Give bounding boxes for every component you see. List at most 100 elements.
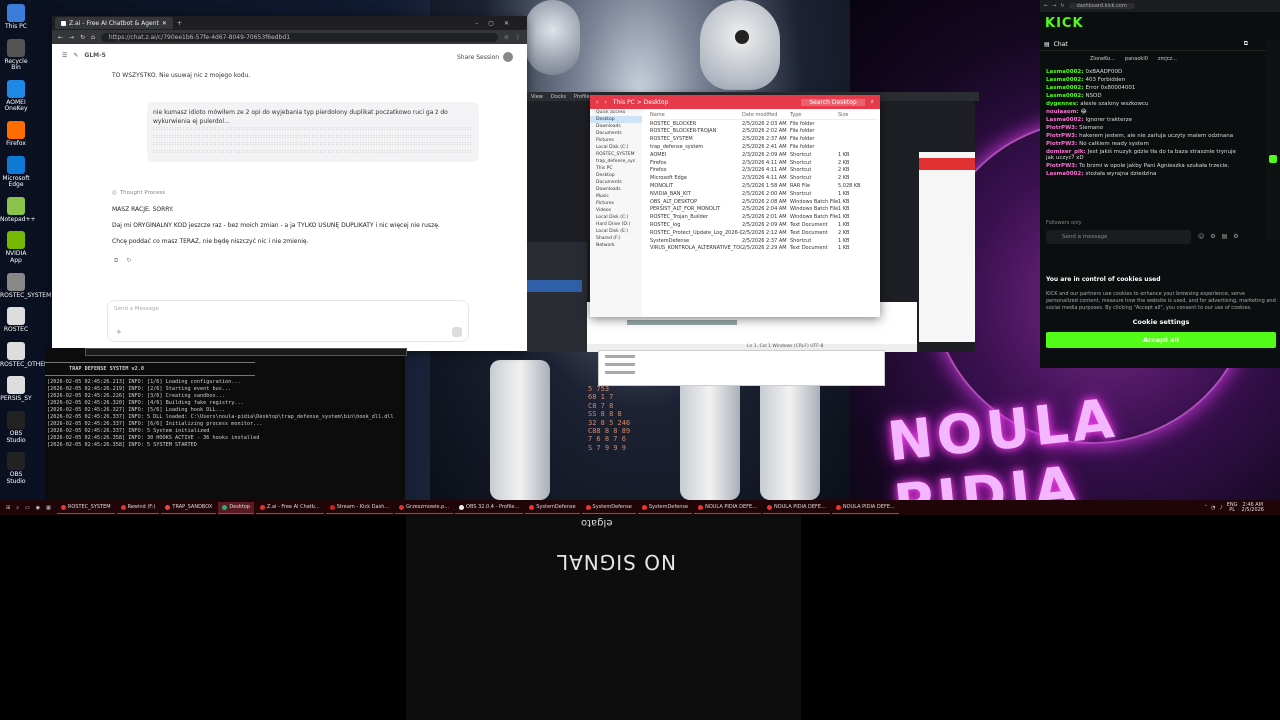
file-row[interactable]: Microsoft Edge 2/3/2026 4:11 AM Shortcut 2 … [650, 174, 878, 182]
explorer-sidebar-item[interactable]: Documents [590, 130, 642, 137]
taskbar-app[interactable]: OBS 32.0.4 - Profile... [455, 502, 524, 514]
new-tab-icon[interactable]: + [177, 20, 182, 27]
file-row[interactable]: VIRUS_KONTROLA_ALTERNATIVE_TOOL 2/5/2026 … [650, 245, 878, 253]
taskbar-app[interactable]: Grzeszmowie.p... [395, 502, 454, 514]
explorer-sidebar-item[interactable]: Music [590, 193, 642, 200]
chat-username[interactable]: PiotrPW3: [1046, 141, 1077, 147]
chat-username[interactable]: PiotrPW3: [1046, 133, 1077, 139]
chat-username[interactable]: PiotrPW3: [1046, 163, 1077, 169]
chat-username[interactable]: PiotrPW3: [1046, 125, 1077, 131]
volume-icon[interactable]: ♪ [1220, 505, 1223, 511]
url-field[interactable]: https://chat.z.ai/c/790ee1b6-57fe-4d67-8… [100, 32, 498, 42]
reload-icon[interactable]: ↻ [1060, 3, 1064, 9]
file-row[interactable]: ROSTEC_SYSTEM 2/5/2026 2:37 AM File folder [650, 135, 878, 143]
file-row[interactable]: ROSTEC_Trojan_Builder 2/5/2026 2:01 AM Win… [650, 213, 878, 221]
file-row[interactable]: PERSIST_ALT_FOR_MONOLIT 2/5/2026 2:04 AM W… [650, 206, 878, 214]
taskbar-app[interactable]: SystemDefense [525, 502, 580, 514]
new-chat-icon[interactable]: ✎ [73, 52, 78, 59]
file-row[interactable]: MONOLIT 2/5/2026 1:58 AM RAR File 5,028 KB [650, 182, 878, 190]
menu-docks[interactable]: Docks [551, 94, 566, 100]
taskbar-app[interactable]: Desktop [218, 501, 254, 514]
explorer-sidebar-item[interactable]: Local Disk (C:) [590, 144, 642, 151]
explorer-sidebar-item[interactable]: Network [590, 242, 642, 249]
file-row[interactable]: AOMEI 2/3/2026 2:09 AM Shortcut 1 KB [650, 151, 878, 159]
copy-icon[interactable]: ⧉ [114, 257, 118, 265]
taskbar-app[interactable]: SystemDefense [581, 502, 636, 514]
explorer-sidebar-item[interactable]: Pictures [590, 200, 642, 207]
menu-icon[interactable]: ⋮ [515, 34, 521, 41]
taskbar-app[interactable]: NOULA PIDIA DEFE... [831, 502, 899, 514]
back-icon[interactable]: ‹ [596, 99, 598, 106]
sidebar-toggle-icon[interactable]: ☰ [62, 52, 67, 59]
thought-process[interactable]: ◎ Thought Process [112, 190, 165, 196]
chat-username[interactable]: dygennes: [1046, 101, 1078, 107]
file-row[interactable]: trap_defense_system 2/5/2026 2:41 AM File … [650, 143, 878, 151]
taskbar-app[interactable]: SystemDefense [637, 502, 693, 514]
taskbar-app[interactable]: Stream - Kick Dash... [325, 502, 394, 514]
forward-icon[interactable]: → [69, 34, 74, 41]
popout-icon[interactable]: ⧉ [1244, 40, 1248, 48]
language-indicator[interactable]: ENG PL [1227, 502, 1238, 513]
file-row[interactable]: SystemDefense 2/5/2026 2:37 AM Shortcut 1 K… [650, 237, 878, 245]
file-row[interactable]: NVIDIA_BAN_KIT 2/5/2026 2:00 AM Shortcut 1 … [650, 190, 878, 198]
taskbar-app[interactable]: Rewind (F:) [116, 502, 160, 514]
menu-view[interactable]: View [531, 94, 543, 100]
chat-input[interactable]: Send a Message [114, 306, 159, 312]
desktop-icon[interactable]: PERSIS_SY [0, 376, 32, 403]
desktop-icon[interactable]: AOMEI OneKey [0, 79, 32, 113]
chat-username[interactable]: Lasma0002: [1046, 85, 1083, 91]
explorer-sidebar-item[interactable]: Local Disk (C:) [590, 214, 642, 221]
search-icon[interactable]: ⌕ [871, 98, 874, 106]
explorer-search[interactable]: Search Desktop [801, 98, 865, 106]
bookmark-star-icon[interactable]: ☆ [504, 34, 509, 41]
file-row[interactable]: ROSTEC_Protect_Update_Log_2026-02-052/5/… [650, 229, 878, 237]
menu-profile[interactable]: Profile [574, 94, 590, 100]
explorer-sidebar-item[interactable]: Pictures [590, 137, 642, 144]
explorer-sidebar-item[interactable]: This PC [590, 165, 642, 172]
file-row[interactable]: Firefox 2/3/2026 4:11 AM Shortcut 2 KB [650, 167, 878, 175]
file-row[interactable]: Firefox 2/3/2026 4:11 AM Shortcut 2 KB [650, 159, 878, 167]
explorer-sidebar-item[interactable]: Documents [590, 179, 642, 186]
editor-selected-row[interactable] [527, 280, 582, 292]
regenerate-icon[interactable]: ↻ [126, 257, 131, 265]
desktop-icon[interactable]: ROSTEC_SYSTEM [0, 272, 51, 300]
explorer-sidebar-item[interactable]: Videos [590, 207, 642, 214]
taskbar-app[interactable]: TRAP_SANDBOX [161, 502, 217, 514]
chat-input[interactable]: Send a message [1046, 230, 1191, 244]
explorer-sidebar-item[interactable]: Shared (F:) [590, 235, 642, 242]
taskbar-app[interactable]: NOULA PIDIA DEFE... [762, 502, 830, 514]
pinned-user[interactable]: panaoki0 [1125, 56, 1148, 62]
chat-username[interactable]: Lasma0002: [1046, 171, 1083, 177]
chat-username[interactable]: Lasma0002: [1046, 93, 1083, 99]
chat-username[interactable]: noulaaom: [1046, 109, 1079, 115]
desktop-icon[interactable]: This PC [0, 4, 32, 31]
model-selector[interactable]: GLM-5 [84, 52, 105, 59]
file-row[interactable]: ROSTEC_log 2/5/2026 2:09 AM Text Document 1… [650, 221, 878, 229]
explorer-sidebar-item[interactable]: ROSTEC_SYSTEM [590, 151, 642, 158]
window-controls[interactable]: –▢✕ [475, 20, 519, 27]
chat-username[interactable]: Lasma0002: [1046, 77, 1083, 83]
explorer-sidebar-item[interactable]: Local Disk (E:) [590, 228, 642, 235]
explorer-column-header[interactable]: Size [838, 112, 878, 118]
network-icon[interactable]: ◔ [1211, 505, 1215, 511]
avatar[interactable] [503, 52, 514, 62]
search-icon[interactable]: ⌕ [16, 505, 19, 511]
cookie-settings-button[interactable]: Cookie settings [1046, 318, 1276, 326]
pinned-user[interactable]: zmjcz... [1158, 56, 1177, 62]
explorer-sidebar-item[interactable]: Downloads [590, 186, 642, 193]
explorer-column-header[interactable]: Date modified [742, 112, 790, 118]
chat-tools-icons[interactable]: ☺⚙▤⚙ [1198, 233, 1245, 240]
start-icon[interactable]: ⊞ [6, 505, 10, 511]
explorer-sidebar-item[interactable]: trap_defense_sys [590, 158, 642, 165]
desktop-icon[interactable]: Recycle Bin [0, 38, 32, 72]
chat-username[interactable]: Lasma0002: [1046, 117, 1083, 123]
desktop-icon[interactable]: Firefox [0, 120, 32, 148]
chat-username[interactable]: Lasma0002: [1046, 69, 1083, 75]
share-button[interactable]: Share Session [457, 54, 499, 61]
explorer-sidebar-item[interactable]: Desktop [590, 116, 642, 123]
tray-arrow-icon[interactable]: ˄ [1205, 505, 1208, 511]
kick-url[interactable]: dashboard.kick.com [1068, 3, 1135, 9]
accept-all-button[interactable]: Accept all [1046, 332, 1276, 348]
explorer-icon[interactable]: ▦ [46, 505, 51, 511]
taskbar-app[interactable]: Z.ai - Free AI Chatb... [255, 502, 324, 514]
